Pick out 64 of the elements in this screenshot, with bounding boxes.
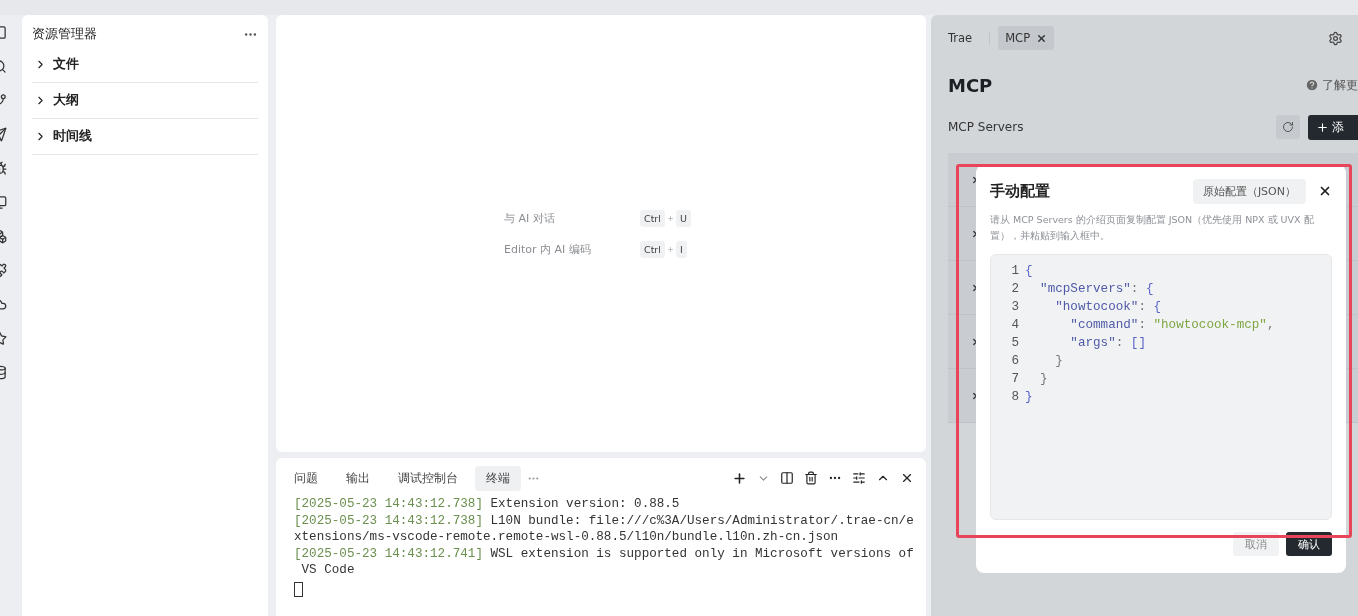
line-number: 6 <box>1010 353 1019 370</box>
terminal-line: [2025-05-23 14:43:12.741] WSL extension is supported only in Microsoft versions of <box>294 545 914 562</box>
section-title: MCP Servers <box>948 120 1024 134</box>
line-number: 3 <box>1010 299 1019 316</box>
panel-tab[interactable]: Trae <box>948 26 980 50</box>
terminal-cursor <box>294 581 303 597</box>
line-number: 2 <box>1010 281 1019 298</box>
section-label: 大纲 <box>53 92 79 109</box>
code-line: } <box>1025 389 1034 406</box>
line-number: 1 <box>1010 263 1019 280</box>
sliders-icon[interactable] <box>852 471 866 485</box>
line-number: 5 <box>1010 335 1019 352</box>
settings-icon[interactable] <box>1328 30 1343 46</box>
panel-tab[interactable]: 终端 <box>475 465 521 491</box>
confirm-button[interactable]: 确认 <box>1286 532 1332 556</box>
line-number: 8 <box>1010 389 1019 406</box>
explorer-section[interactable]: 文件 <box>32 47 258 83</box>
key-cap: Ctrl <box>640 240 665 258</box>
help-link[interactable]: 了解更 <box>1305 76 1358 94</box>
key-cap: Ctrl <box>640 209 665 227</box>
key-cap: I <box>675 240 687 258</box>
code-line: "args": [] <box>1069 335 1147 352</box>
code-line: { <box>1025 263 1034 280</box>
panel-title: MCP <box>948 74 993 96</box>
mode-button[interactable]: 原始配置（JSON） <box>1192 178 1306 204</box>
plus-icon <box>1316 120 1329 134</box>
explorer-title: 资源管理器 <box>32 25 97 43</box>
key-cap: U <box>675 209 691 227</box>
plus-icon <box>666 214 674 222</box>
code-line: } <box>1054 353 1064 370</box>
close-icon[interactable] <box>900 471 914 485</box>
split-icon[interactable] <box>780 471 794 485</box>
help-icon <box>1305 78 1319 92</box>
plus-icon <box>666 245 674 253</box>
plus-icon[interactable] <box>732 470 747 486</box>
terminal-line: [2025-05-23 14:43:12.738] L10N bundle: file:///c%3A/Users/Administrator/.trae-cn/e <box>294 512 914 529</box>
panel-tab[interactable]: MCP <box>998 26 1055 50</box>
dialog-title: 手动配置 <box>990 181 1050 201</box>
json-editor[interactable]: 1 { 2 "mcpServers": { 3 "howtocook": { 4 "command": "howtocook-mcp", 5 "args": [] 6 } 7 } 8 } <box>990 254 1332 520</box>
shortcut-label: 与 AI 对话 <box>504 210 556 226</box>
code-line: "mcpServers": { <box>1039 281 1155 298</box>
dialog-description: 请从 MCP Servers 的介绍页面复制配置 JSON（优先使用 NPX 或 UVX 配置），并粘贴到输入框中。 <box>990 213 1315 243</box>
refresh-icon <box>1282 121 1294 133</box>
line-number: 4 <box>1010 317 1019 334</box>
panel-tab[interactable]: 调试控制台 <box>387 465 469 491</box>
trash-icon[interactable] <box>804 471 818 485</box>
terminal-line: VS Code <box>300 562 356 579</box>
explorer-section[interactable]: 大纲 <box>32 83 258 119</box>
terminal-line: [2025-05-23 14:43:12.738] Extension version: 0.88.5 <box>294 496 681 513</box>
section-label: 时间线 <box>53 128 92 145</box>
close-icon[interactable] <box>1318 184 1332 198</box>
close-icon[interactable] <box>1036 32 1048 44</box>
line-number: 7 <box>1010 371 1019 388</box>
panel-tab[interactable]: 输出 <box>335 465 381 491</box>
terminal-line: xtensions/ms-vscode-remote.remote-wsl-0.88.5/l10n/bundle.l10n.zh-cn.json <box>294 529 840 546</box>
explorer-section[interactable]: 时间线 <box>32 119 258 155</box>
add-button[interactable]: 添 <box>1308 114 1358 140</box>
shortcut-label: Editor 内 AI 编码 <box>504 241 592 257</box>
code-line: } <box>1039 371 1049 388</box>
refresh-button[interactable] <box>1276 115 1300 139</box>
code-line: "howtocook": { <box>1054 299 1163 316</box>
code-line: "command": "howtocook-mcp", <box>1069 317 1276 334</box>
section-label: 文件 <box>53 56 79 73</box>
panel-tab[interactable]: 问题 <box>294 465 329 491</box>
